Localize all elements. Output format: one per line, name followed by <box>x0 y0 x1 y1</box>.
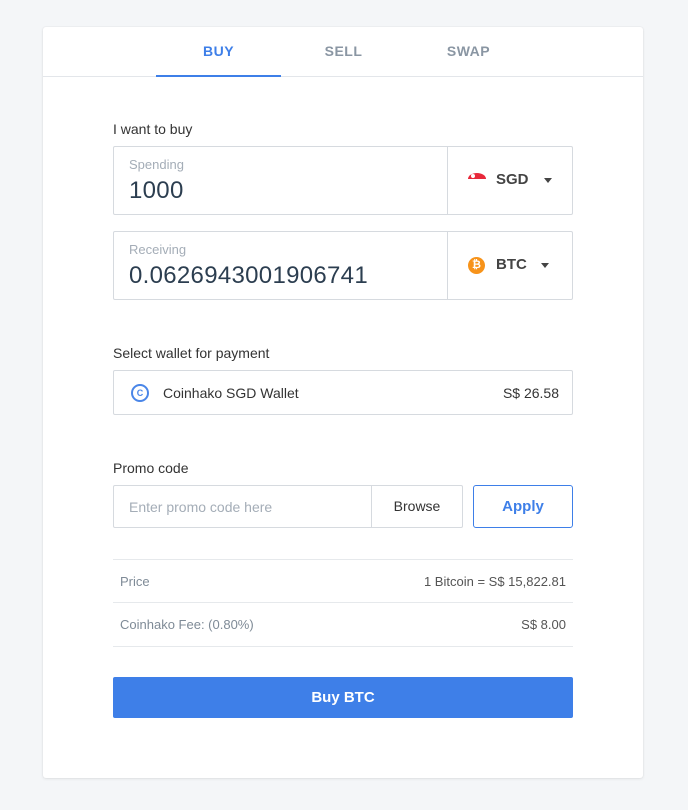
trade-card: BUY SELL SWAP I want to buy Spending 100… <box>43 27 643 778</box>
promo-heading: Promo code <box>113 460 189 476</box>
coinhako-icon: C <box>131 384 149 402</box>
fee-value: S$ 8.00 <box>521 617 566 632</box>
tab-sell[interactable]: SELL <box>281 27 406 76</box>
wallet-select[interactable]: C Coinhako SGD Wallet S$ 26.58 <box>113 370 573 415</box>
spending-currency-code: SGD <box>496 171 529 188</box>
receiving-currency-code: BTC <box>496 256 527 273</box>
receiving-caption: Receiving <box>129 242 187 257</box>
wallet-balance: S$ 26.58 <box>502 385 559 401</box>
receiving-field[interactable]: Receiving 0.0626943001906741 <box>114 232 448 299</box>
chevron-down-icon <box>544 178 552 183</box>
browse-button[interactable]: Browse <box>371 485 463 528</box>
wallet-heading: Select wallet for payment <box>113 345 270 361</box>
trade-tabs: BUY SELL SWAP <box>43 27 643 77</box>
fee-label: Coinhako Fee: (0.80%) <box>120 617 254 632</box>
spending-currency-select[interactable]: SGD <box>448 147 572 214</box>
wallet-name: Coinhako SGD Wallet <box>163 385 299 401</box>
buy-btc-button[interactable]: Buy BTC <box>113 677 573 718</box>
tab-buy[interactable]: BUY <box>156 27 281 77</box>
spending-box: Spending 1000 SGD <box>113 146 573 215</box>
chevron-down-icon <box>541 263 549 268</box>
receiving-box: Receiving 0.0626943001906741 ₿ BTC <box>113 231 573 300</box>
price-row: Price 1 Bitcoin = S$ 15,822.81 <box>113 559 573 603</box>
spending-field[interactable]: Spending 1000 <box>114 147 448 214</box>
spending-caption: Spending <box>129 157 184 172</box>
spending-value[interactable]: 1000 <box>129 177 184 205</box>
bitcoin-icon: ₿ <box>468 257 485 274</box>
apply-button[interactable]: Apply <box>473 485 573 528</box>
promo-code-input[interactable] <box>113 485 372 528</box>
price-label: Price <box>120 574 150 589</box>
fee-row: Coinhako Fee: (0.80%) S$ 8.00 <box>113 602 573 647</box>
receiving-currency-select[interactable]: ₿ BTC <box>448 232 572 299</box>
price-value: 1 Bitcoin = S$ 15,822.81 <box>423 574 566 589</box>
tab-swap[interactable]: SWAP <box>406 27 531 76</box>
receiving-value[interactable]: 0.0626943001906741 <box>129 262 368 290</box>
buy-heading: I want to buy <box>113 121 193 137</box>
singapore-flag-icon <box>468 173 486 185</box>
